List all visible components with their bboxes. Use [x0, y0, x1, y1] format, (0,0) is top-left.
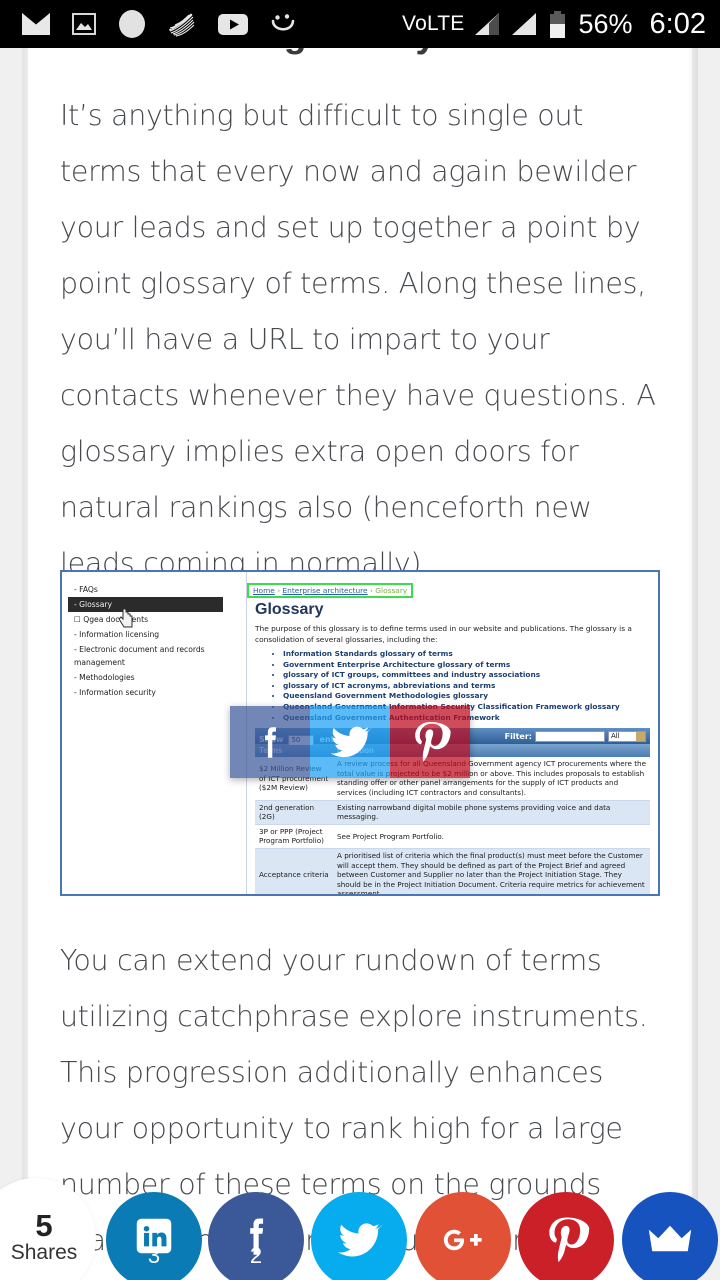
- twitter-icon: [337, 1223, 383, 1257]
- table-cell-definition: A prioritised list of criteria which the…: [333, 848, 650, 894]
- figure-breadcrumb-current: Glossary: [375, 586, 408, 595]
- list-item: Government Enterprise Architecture gloss…: [283, 660, 650, 671]
- share-button-facebook[interactable]: 2: [208, 1192, 304, 1280]
- table-row: Acceptance criteria A prioritised list o…: [255, 848, 650, 894]
- figure-share-facebook-button[interactable]: [230, 706, 310, 778]
- share-button-googleplus[interactable]: [415, 1192, 511, 1280]
- gallery-icon: [72, 13, 96, 35]
- figure-filter-label: Filter:: [504, 731, 532, 741]
- chevron-down-icon[interactable]: [636, 731, 645, 741]
- list-item: Queensland Government Methodologies glos…: [283, 691, 650, 702]
- list-item: glossary of ICT acronyms, abbreviations …: [283, 681, 650, 692]
- table-row: 3P or PPP (Project Program Portfolio) Se…: [255, 824, 650, 849]
- figure-filter-scope-value: All: [611, 732, 620, 741]
- article-paragraph-1: It’s anything but difficult to single ou…: [60, 99, 656, 580]
- page-left-shadow: [22, 48, 30, 1280]
- battery-icon: [549, 10, 565, 38]
- crown-icon: [648, 1225, 692, 1252]
- figure-breadcrumb-section[interactable]: Enterprise architecture: [283, 586, 368, 595]
- figure-nav-item-information-security[interactable]: - Information security: [68, 685, 246, 700]
- share-button-pinterest[interactable]: [518, 1192, 614, 1280]
- pinterest-icon: [549, 1217, 590, 1262]
- figure-share-pinterest-button[interactable]: [390, 706, 470, 778]
- article-figure-glossary-screenshot[interactable]: - FAQs - Glossary ☐ Qgea documents - Inf…: [60, 570, 660, 896]
- list-item: Information Standards glossary of terms: [283, 649, 650, 660]
- share-count-facebook: 2: [249, 1243, 263, 1268]
- table-cell-definition: Existing narrowband digital mobile phone…: [333, 800, 650, 825]
- signal-bars-sim2-icon: [511, 13, 536, 35]
- figure-breadcrumb[interactable]: Home › Enterprise architecture › Glossar…: [247, 583, 414, 598]
- list-item: glossary of ICT groups, committees and i…: [283, 670, 650, 681]
- figure-filter-scope-select[interactable]: All: [608, 730, 646, 742]
- figure-breadcrumb-sep-2: ›: [369, 586, 373, 595]
- smiley-icon: [271, 14, 295, 31]
- twitter-icon: [330, 726, 372, 758]
- table-cell-term: Acceptance criteria: [255, 848, 333, 894]
- figure-filter-input[interactable]: [535, 730, 605, 742]
- figure-nav-item-information-licensing[interactable]: - Information licensing: [68, 627, 246, 642]
- figure-nav-item-methodologies[interactable]: - Methodologies: [68, 670, 246, 685]
- google-plus-icon: [443, 1229, 482, 1251]
- share-button-sumo[interactable]: [622, 1192, 718, 1280]
- figure-nav-item-faqs[interactable]: - FAQs: [68, 582, 246, 597]
- youtube-icon: [218, 13, 248, 35]
- page-right-shadow: [688, 48, 698, 1280]
- figure-breadcrumb-home[interactable]: Home: [253, 586, 275, 595]
- figure-inner: - FAQs - Glossary ☐ Qgea documents - Inf…: [62, 572, 658, 894]
- figure-intro-text: The purpose of this glossary is to defin…: [255, 624, 632, 644]
- status-bar-notifications: [0, 9, 402, 39]
- figure-nav-item-qgea-documents[interactable]: ☐ Qgea documents: [68, 612, 246, 627]
- status-bar-system: VoLTE 56% 6:02: [402, 8, 720, 41]
- pinterest-icon: [415, 722, 451, 762]
- figure-heading: Glossary: [255, 601, 324, 618]
- phone-screen: glossary It’s anything but difficult to …: [0, 0, 720, 1280]
- page-title: glossary: [60, 48, 660, 56]
- share-button-twitter[interactable]: [311, 1192, 407, 1280]
- signal-bars-sim1-icon: [474, 13, 499, 35]
- figure-filter-group[interactable]: Filter: All: [504, 730, 646, 742]
- figure-sidebar-nav[interactable]: - FAQs - Glossary ☐ Qgea documents - Inf…: [62, 572, 247, 894]
- share-button-linkedin[interactable]: 3: [106, 1192, 202, 1280]
- table-cell-term: 2nd generation (2G): [255, 800, 333, 825]
- battery-percent: 56%: [578, 8, 633, 39]
- figure-share-overlay[interactable]: [230, 706, 470, 778]
- figure-nav-expand-icon[interactable]: ☐: [74, 615, 81, 624]
- share-total-count: 5: [35, 1208, 53, 1243]
- swirl-icon: [168, 13, 195, 37]
- article-card: glossary It’s anything but difficult to …: [28, 48, 692, 1280]
- figure-share-twitter-button[interactable]: [310, 706, 390, 778]
- figure-nav-item-electronic-document-records[interactable]: - Electronic document and records manage…: [68, 642, 218, 670]
- mail-icon: [22, 13, 50, 35]
- figure-nav-item-glossary[interactable]: - Glossary: [68, 597, 223, 612]
- table-row: 2nd generation (2G) Existing narrowband …: [255, 800, 650, 825]
- volte-label: VoLTE: [402, 12, 465, 35]
- circle-icon: [119, 10, 145, 38]
- status-bar-clock: 6:02: [649, 7, 706, 40]
- figure-nav-item-qgea-label: Qgea documents: [83, 615, 149, 624]
- table-cell-term: 3P or PPP (Project Program Portfolio): [255, 824, 333, 849]
- figure-breadcrumb-sep-1: ›: [277, 586, 281, 595]
- hand-cursor-icon: [118, 608, 133, 628]
- android-status-bar: VoLTE 56% 6:02: [0, 0, 720, 48]
- facebook-icon: [265, 727, 276, 758]
- share-count-linkedin: 3: [147, 1243, 161, 1268]
- share-total-label: Shares: [10, 1241, 78, 1264]
- table-cell-definition: See Project Program Portfolio.: [333, 824, 650, 849]
